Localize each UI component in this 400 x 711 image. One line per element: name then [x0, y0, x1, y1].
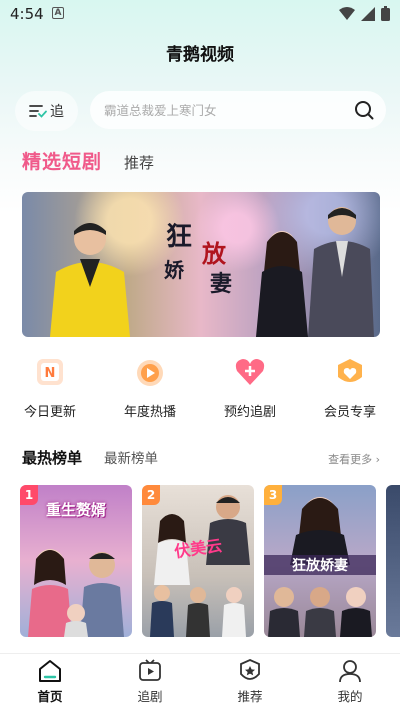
category-tabs: 精选短剧 推荐 [22, 147, 154, 174]
poster-title: 重生赘婿 [45, 501, 106, 519]
nav-label: 首页 [37, 689, 63, 704]
banner-actress-image [256, 231, 308, 337]
ranking-header: 最热榜单 最新榜单 查看更多 › [22, 447, 380, 468]
banner-title-char: 娇 [164, 258, 184, 282]
quick-link-vip[interactable]: 会员专享 [300, 355, 400, 420]
banner-actor-image [50, 223, 130, 337]
poster-title: 狂放娇妻 [264, 555, 376, 575]
ranking-card[interactable]: 1 重生赘婿 [20, 485, 132, 637]
svg-text:N: N [45, 366, 56, 381]
tab-newest-list[interactable]: 最新榜单 [104, 447, 158, 467]
ranking-card-partial[interactable] [386, 485, 400, 637]
app-title: 青鹅视频 [166, 45, 234, 65]
nav-recommend[interactable]: 推荐 [200, 654, 300, 711]
quick-links: N 今日更新 年度热播 预约追剧 会员专享 [0, 355, 400, 420]
nav-label: 推荐 [237, 689, 263, 704]
bottom-nav: 首页 追剧 推荐 我的 [0, 653, 400, 711]
ranking-card[interactable]: 3 狂放娇妻 [264, 485, 376, 637]
banner-title-char: 狂 [166, 222, 193, 252]
play-box-icon [139, 659, 161, 681]
notification-icon: A [52, 7, 64, 19]
search-input[interactable] [104, 102, 334, 118]
see-more-link[interactable]: 查看更多 › [328, 451, 380, 467]
crown-heart-icon [338, 359, 362, 382]
list-check-icon [29, 105, 47, 118]
search-icon[interactable] [354, 100, 374, 120]
nav-home[interactable]: 首页 [0, 654, 100, 711]
nav-profile[interactable]: 我的 [300, 654, 400, 711]
ranking-cards: 1 重生赘婿 2 伏美云 3 狂放娇妻 [20, 485, 400, 645]
status-bar: 4:54 A [0, 0, 400, 28]
home-icon [39, 660, 61, 682]
search-bar[interactable] [90, 91, 386, 129]
quick-link-reserve[interactable]: 预约追剧 [200, 355, 300, 420]
follow-label: 追 [50, 104, 64, 120]
battery-icon [381, 6, 390, 21]
n-calendar-icon: N [37, 359, 63, 385]
nav-label: 追剧 [137, 689, 163, 704]
banner-actor2-image [308, 207, 374, 337]
quick-link-annual-hits[interactable]: 年度热播 [100, 355, 200, 420]
banner-title: 狂 娇 放 妻 [162, 210, 257, 297]
status-icons [339, 6, 390, 21]
status-time: 4:54 [10, 5, 44, 23]
banner-title-char: 放 [202, 240, 226, 268]
user-icon [339, 660, 361, 683]
nav-following[interactable]: 追剧 [100, 654, 200, 711]
quick-link-today-update[interactable]: N 今日更新 [0, 355, 100, 420]
tab-recommend[interactable]: 推荐 [124, 152, 154, 173]
quick-link-label: 预约追剧 [223, 405, 276, 420]
tab-featured[interactable]: 精选短剧 [22, 147, 102, 174]
poster-image [28, 549, 124, 637]
nav-label: 我的 [337, 689, 363, 704]
rank-badge: 2 [142, 485, 160, 505]
quick-link-label: 会员专享 [323, 405, 376, 420]
signal-icon [361, 6, 375, 21]
follow-list-button[interactable]: 追 [15, 91, 78, 131]
rank-badge: 3 [264, 485, 282, 505]
quick-link-label: 今日更新 [23, 405, 76, 420]
star-badge-icon [240, 659, 260, 680]
play-icon [137, 360, 163, 386]
wifi-icon [339, 6, 355, 20]
heart-plus-icon [235, 359, 265, 385]
quick-link-label: 年度热播 [123, 405, 176, 420]
ranking-card[interactable]: 2 伏美云 [142, 485, 254, 637]
tab-hottest-list[interactable]: 最热榜单 [22, 447, 82, 468]
banner-title-char: 妻 [210, 272, 233, 297]
featured-banner[interactable]: 狂 娇 放 妻 [22, 192, 380, 337]
